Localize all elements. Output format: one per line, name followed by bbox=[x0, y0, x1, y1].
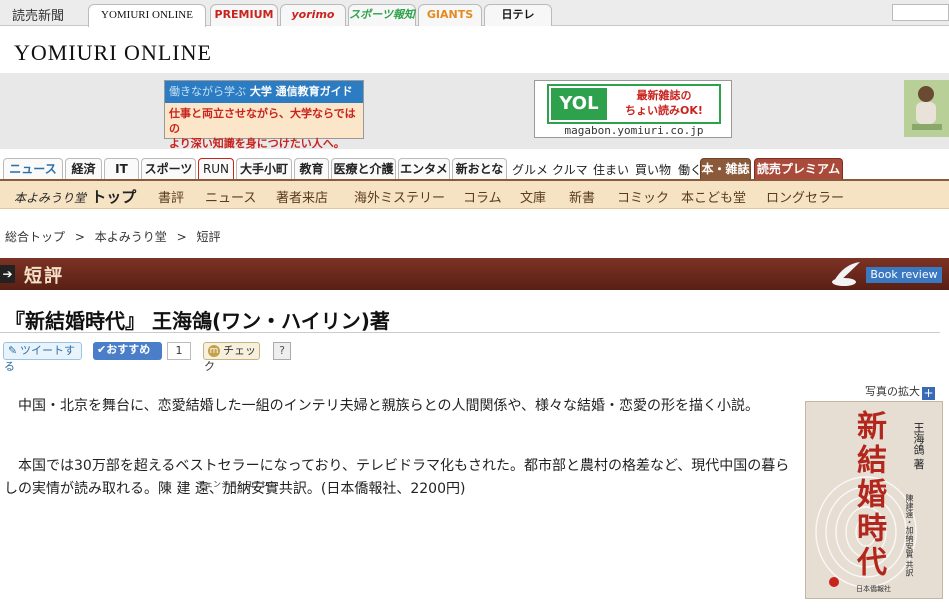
cat-link-housing[interactable]: 住まい bbox=[593, 161, 629, 178]
category-nav: ニュース 経済 IT スポーツ RUN 大手小町 教育 医療と介護 エンタメ 新… bbox=[0, 158, 949, 179]
book-review-label[interactable]: Book review bbox=[866, 267, 942, 283]
article-paragraph-1: 中国・北京を舞台に、恋愛結婚した一組のインテリ夫婦と親族らとの人間関係や、様々な… bbox=[18, 398, 760, 414]
crumb-books[interactable]: 本よみうり堂 bbox=[95, 230, 167, 244]
bird-icon: ✎ bbox=[8, 344, 18, 357]
subnav-bunko[interactable]: 文庫 bbox=[520, 187, 546, 206]
ad2-msg-line1: 最新雑誌の bbox=[636, 89, 692, 102]
ad1-header: 大学 通信教育ガイド bbox=[249, 85, 353, 98]
tab-ntv[interactable]: 日テレ bbox=[484, 4, 552, 26]
arrow-icon: ➔ bbox=[0, 265, 15, 283]
subnav-longseller[interactable]: ロングセラー bbox=[766, 187, 844, 206]
breadcrumb: 総合トップ > 本よみうり堂 > 短評 bbox=[5, 228, 226, 245]
help-button[interactable]: ? bbox=[273, 342, 291, 360]
ad-band bbox=[0, 73, 949, 149]
cat-it[interactable]: IT bbox=[104, 158, 139, 179]
cat-link-car[interactable]: クルマ bbox=[552, 161, 588, 178]
crumb-sep-1: > bbox=[74, 230, 85, 244]
cat-link-gourmet[interactable]: グルメ bbox=[512, 161, 548, 178]
yol-logo: YOL bbox=[551, 88, 607, 120]
books-subnav: 本よみうり堂 トップ 書評 ニュース 著者来店 海外ミステリー コラム 文庫 新… bbox=[0, 179, 949, 209]
tab-hochi[interactable]: スポーツ報知 bbox=[348, 4, 416, 26]
subnav-column[interactable]: コラム bbox=[463, 187, 502, 206]
section-banner: ➔ 短評 Book review bbox=[0, 258, 949, 290]
mixi-icon: m bbox=[208, 345, 220, 357]
top-site-bar: 読売新聞 YOMIURI ONLINE PREMIUM yorimo スポーツ報… bbox=[0, 0, 949, 27]
subnav-news[interactable]: ニュース bbox=[205, 187, 256, 206]
cat-entame[interactable]: エンタメ bbox=[398, 158, 450, 179]
site-logo[interactable]: YOMIURI ONLINE bbox=[14, 40, 212, 66]
tab-premium[interactable]: PREMIUM bbox=[210, 4, 278, 26]
search-input[interactable] bbox=[892, 4, 949, 21]
ad1-header-sub: 働きながら学ぶ bbox=[169, 85, 246, 98]
ad-photo[interactable] bbox=[904, 80, 949, 137]
quill-icon bbox=[832, 262, 860, 286]
cat-link-work[interactable]: 働く bbox=[678, 161, 702, 178]
mixi-check-button[interactable]: m チェック bbox=[203, 342, 260, 373]
crumb-current[interactable]: 短評 bbox=[196, 230, 220, 244]
recommend-count: 1 bbox=[167, 342, 191, 360]
tab-yomiuri-online[interactable]: YOMIURI ONLINE bbox=[88, 4, 206, 27]
cat-link-shopping[interactable]: 買い物 bbox=[635, 161, 671, 178]
cat-yomiuri-premium[interactable]: 読売プレミアム bbox=[754, 158, 843, 179]
tab-giants[interactable]: GIANTS bbox=[418, 4, 482, 26]
crumb-top[interactable]: 総合トップ bbox=[5, 230, 65, 244]
tweet-button[interactable]: ✎ ツイートする bbox=[3, 342, 82, 373]
cat-news[interactable]: ニュース bbox=[3, 158, 63, 179]
yomiuri-shimbun-label[interactable]: 読売新聞 bbox=[12, 5, 64, 24]
subnav-mystery[interactable]: 海外ミステリー bbox=[354, 187, 445, 206]
subnav-kodomo[interactable]: 本こども堂 bbox=[681, 187, 746, 206]
cat-books[interactable]: 本・雑誌 bbox=[700, 158, 751, 179]
ad1-body-line1: 仕事と両立させながら、大学ならではの bbox=[169, 107, 356, 135]
cat-medical[interactable]: 医療と介護 bbox=[331, 158, 396, 179]
cover-title: 新結婚時代 bbox=[851, 410, 886, 580]
title-divider bbox=[0, 332, 940, 333]
recommend-button[interactable]: ✔おすすめ bbox=[93, 342, 162, 360]
cat-komachi[interactable]: 大手小町 bbox=[236, 158, 292, 179]
photo-enlarge-link[interactable]: 写真の拡大 + bbox=[865, 383, 935, 400]
ad1-body-line2: より深い知識を身につけたい人へ。 bbox=[169, 137, 345, 150]
book-cover-image[interactable]: 新結婚時代 王海鴿 著 陳建遠・加納安實 共訳 日本僑報社 bbox=[805, 401, 943, 599]
subnav-review[interactable]: 書評 bbox=[158, 187, 184, 206]
cat-education[interactable]: 教育 bbox=[294, 158, 329, 179]
section-title: 短評 bbox=[24, 266, 64, 287]
cat-sports[interactable]: スポーツ bbox=[141, 158, 196, 179]
books-brand[interactable]: 本よみうり堂 トップ bbox=[14, 186, 136, 207]
article-paragraph-2: 本国では30万部を超えるベストセラーになっており、テレビドラマ化もされた。都市部… bbox=[4, 458, 790, 497]
cat-economy[interactable]: 経済 bbox=[65, 158, 102, 179]
person-photo-icon bbox=[904, 80, 949, 137]
plus-icon: + bbox=[922, 386, 935, 400]
cat-otona[interactable]: 新おとな bbox=[452, 158, 507, 179]
cover-translator: 陳建遠・加納安實 共訳 bbox=[905, 494, 914, 577]
check-icon: ✔ bbox=[97, 343, 107, 356]
crumb-sep-2: > bbox=[176, 230, 187, 244]
tab-yorimo[interactable]: yorimo bbox=[280, 4, 346, 26]
subnav-author-visit[interactable]: 著者来店 bbox=[276, 187, 328, 206]
ad-correspondence-education[interactable]: 働きながら学ぶ 大学 通信教育ガイド 仕事と両立させながら、大学ならではの より… bbox=[164, 80, 364, 150]
subnav-comic[interactable]: コミック bbox=[617, 187, 669, 206]
ad2-msg-line2: ちょい読みOK! bbox=[625, 104, 703, 117]
ad-magabon[interactable]: YOL 最新雑誌の ちょい読みOK! magabon.yomiuri.co.jp bbox=[534, 80, 732, 138]
cat-run[interactable]: RUN bbox=[198, 158, 234, 179]
cover-publisher: 日本僑報社 bbox=[856, 585, 891, 593]
ad2-url: magabon.yomiuri.co.jp bbox=[564, 124, 704, 137]
article-title: 『新結婚時代』 王海鴿(ワン・ハイリン)著 bbox=[5, 309, 390, 333]
subnav-shinsho[interactable]: 新書 bbox=[569, 187, 595, 206]
cover-author: 王海鴿 著 bbox=[912, 422, 925, 470]
